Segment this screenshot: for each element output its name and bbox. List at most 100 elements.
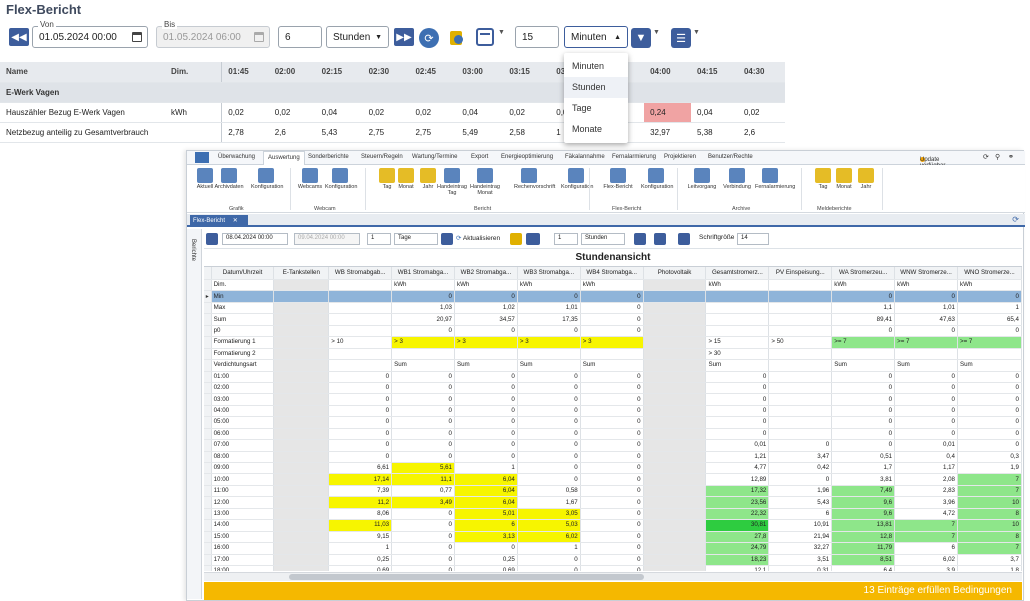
dropdown-option-monate[interactable]: Monate [564,119,628,140]
row-header[interactable] [204,371,212,383]
ribbon-button-19[interactable]: Jahr [851,168,881,190]
column-header[interactable]: Dim. [164,62,223,83]
dropdown-option-tage[interactable]: Tage [564,98,628,119]
export-icon[interactable] [446,28,466,48]
row-header[interactable] [204,393,212,406]
column-header[interactable]: 01:45 [221,62,269,83]
row-header[interactable] [204,508,212,521]
column-header[interactable]: WNO Stromerze... [957,267,1022,280]
refresh-icon[interactable]: ⟳ [419,28,439,48]
column-header[interactable]: 04:00 [644,62,692,83]
column-header[interactable]: WB1 Stromabga... [391,267,455,280]
column-header[interactable]: 02:45 [409,62,457,83]
column-header[interactable]: E-Tankstellen [273,267,330,280]
column-header[interactable]: WB3 Stromabga... [517,267,581,280]
calendar-button[interactable] [476,28,494,46]
list-icon[interactable] [678,233,690,245]
ribbon-button-10[interactable]: Rechenvorschrift [514,168,555,190]
column-header[interactable]: WB Stromabgab... [328,267,393,280]
table-row[interactable]: 11:00 7,39 0,77 6,04 0,58 0 17,32 1,96 7,49 2,83 7 [204,485,1022,498]
group-row[interactable]: E-Werk Vagen [0,82,785,103]
row-header[interactable] [204,496,212,509]
table-row[interactable]: Verdichtungsart Sum Sum Sum Sum Sum Sum Sum Sum [204,359,1022,372]
filter-icon[interactable]: ▼ [631,28,651,48]
tab-sonderberichte[interactable]: Sonderberichte [308,154,349,160]
interval-field[interactable]: 15 [515,26,559,48]
ribbon-button-9[interactable]: Handeintrag Monat [470,168,500,196]
refresh-icon[interactable]: ⟳ [983,153,989,161]
column-header[interactable]: 02:00 [268,62,316,83]
side-panel[interactable]: Berichte [187,229,202,599]
table-row[interactable]: Formatierung 1 > 10 > 3 > 3 > 3 > 3 > 15 > 50 >=… [204,336,1022,349]
row-header[interactable] [204,405,212,418]
table-row[interactable]: 04:00 0 0 0 0 0 0 0 0 0 [204,405,1022,418]
ribbon-button-15[interactable]: Verbindung [722,168,752,190]
calendar-icon[interactable] [132,32,142,42]
row-header[interactable] [204,302,212,315]
print-icon[interactable] [634,233,646,245]
refresh-icon[interactable]: ⟳ [1012,215,1019,224]
ribbon-button-12[interactable]: Flex-Bericht [603,168,633,190]
row-header[interactable] [204,531,212,544]
column-header[interactable]: WNW Stromerze... [894,267,958,280]
row-header[interactable] [204,428,212,441]
n2-field[interactable]: 1 [554,233,578,245]
column-header[interactable]: 02:15 [315,62,363,83]
caret-down-icon[interactable]: ▼ [653,29,660,36]
list-icon[interactable]: ☰ [671,28,691,48]
table-row[interactable]: 16:00 1 0 0 1 0 24,79 32,27 11,79 6 7 [204,542,1022,555]
search-icon[interactable]: ⚲ [995,153,1000,161]
row-header[interactable] [204,451,212,464]
caret-down-icon[interactable]: ▼ [498,29,505,36]
tab--berwachung[interactable]: Überwachung [218,154,255,160]
refresh-button[interactable]: ⟳ Aktualisieren [456,234,500,242]
next-button[interactable]: ▶▶ [394,28,414,46]
tab-f-kalannahme[interactable]: Fäkalannahme [565,154,605,160]
tab-auswertung[interactable]: Auswertung [263,151,305,166]
table-row[interactable]: 05:00 0 0 0 0 0 0 0 0 0 [204,416,1022,429]
font-size-select[interactable]: 14 [737,233,769,245]
tab-wartung-termine[interactable]: Wartung/Termine [412,154,457,160]
column-header[interactable]: 04:30 [737,62,785,83]
row-header[interactable] [204,439,212,452]
table-row[interactable]: Dim. kWh kWh kWh kWh kWh kWh kWh kWh [204,279,1022,292]
von-field[interactable]: 08.04.2024 00:00 [222,233,288,245]
table-row[interactable]: Sum 20,97 34,57 17,35 0 89,41 47,63 65,4 [204,313,1022,326]
column-header[interactable]: PV Einspeisung... [768,267,833,280]
row-header[interactable] [204,519,212,532]
calendar-button[interactable] [526,233,540,245]
n1-field[interactable]: 1 [367,233,391,245]
column-header[interactable]: Name [0,62,165,83]
column-header[interactable]: 02:30 [362,62,410,83]
row-header[interactable] [204,313,212,326]
count-field[interactable]: 6 [278,26,322,48]
table-row[interactable]: Netzbezug anteilig zu Gesamtverbrauch 2,7… [0,122,785,143]
column-header[interactable]: 03:15 [503,62,551,83]
ribbon-button-14[interactable]: Leitvorgang [687,168,717,190]
table-row[interactable]: 13:00 8,06 0 5,01 3,05 0 22,32 6 9,6 4,72 8 [204,508,1022,521]
row-header[interactable] [204,542,212,555]
table-row[interactable]: 15:00 9,15 0 3,13 6,02 0 27,8 21,94 12,8 7 8 [204,531,1022,544]
row-header[interactable] [204,359,212,372]
horizontal-scrollbar[interactable] [204,572,1022,581]
table-row[interactable]: 07:00 0 0 0 0 0 0,01 0 0 0,01 0 [204,439,1022,452]
table-row[interactable]: 02:00 0 0 0 0 0 0 0 0 0 [204,382,1022,395]
table-row[interactable]: 10:00 17,14 11,1 6,04 0 0 12,89 0 3,81 2,08 7 [204,473,1022,486]
row-header[interactable] [204,473,212,486]
tab-energieoptimierung[interactable]: Energieoptimierung [501,154,553,160]
unit1-select[interactable]: Tage [394,233,438,245]
interval-unit-select[interactable]: Minuten ▲ [564,26,628,48]
dropdown-option-stunden[interactable]: Stunden [564,77,628,98]
ribbon-button-11[interactable]: Konfiguration [561,168,593,190]
next-button[interactable] [441,233,453,245]
table-row[interactable]: 03:00 0 0 0 0 0 0 0 0 0 [204,393,1022,406]
von-field[interactable]: 01.05.2024 00:00 [32,26,148,48]
row-header[interactable] [204,325,212,338]
table-row[interactable]: 14:00 11,03 0 6 5,03 0 30,81 10,91 13,81 7 10 [204,519,1022,532]
row-header[interactable]: ▸ [204,290,212,303]
ribbon-button-4[interactable]: Konfiguration [325,168,357,190]
row-header[interactable] [204,348,212,361]
tab-fernalarmierung[interactable]: Fernalarmierung [612,154,656,160]
row-header[interactable] [204,485,212,498]
table-row[interactable]: 12:00 11,2 3,49 6,04 1,67 0 23,56 5,43 9,6 3,96 10 [204,496,1022,509]
